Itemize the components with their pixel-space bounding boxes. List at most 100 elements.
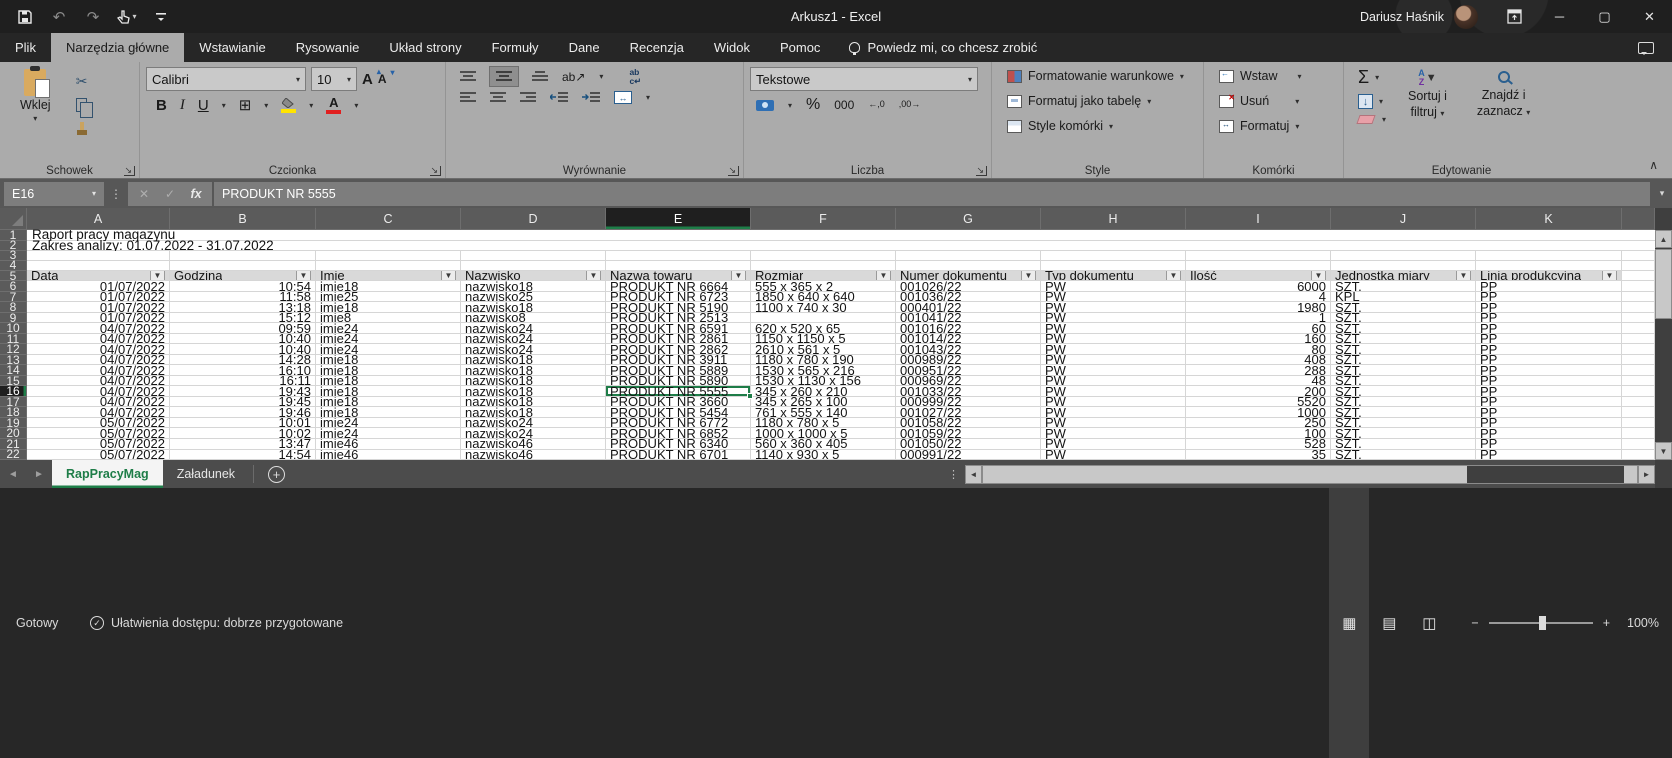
cell-D15[interactable]: nazwisko18 <box>461 376 606 387</box>
paste-button[interactable]: Wklej ▾ <box>12 67 59 140</box>
merge-center-icon[interactable]: ↔ <box>614 91 632 104</box>
accessibility-status[interactable]: ✓ Ułatwienia dostępu: dobrze przygotowan… <box>90 616 343 630</box>
font-size-select[interactable]: 10▾ <box>311 67 357 91</box>
page-break-view-icon[interactable]: ◫ <box>1409 488 1449 758</box>
cell-A5[interactable]: Data▼ <box>27 271 170 282</box>
new-sheet-icon[interactable]: + <box>268 466 285 483</box>
sheet-tab-zaladunek[interactable]: Załadunek <box>163 460 249 488</box>
decrease-indent-icon[interactable] <box>550 91 568 104</box>
cell-I4[interactable] <box>1186 261 1331 271</box>
cell-J8[interactable]: SZT. <box>1331 302 1476 313</box>
cell-K20[interactable]: PP <box>1476 428 1622 439</box>
cell-K17[interactable]: PP <box>1476 397 1622 408</box>
cut-icon[interactable]: ✂ <box>69 70 95 92</box>
cell-F20[interactable]: 1000 x 1000 x 5 <box>751 428 896 439</box>
namebox-splitter[interactable]: ⋮ <box>104 187 128 201</box>
cell-K18[interactable]: PP <box>1476 407 1622 418</box>
tab-review[interactable]: Recenzja <box>615 33 699 62</box>
cell-A6[interactable]: 01/07/2022 <box>27 281 170 292</box>
cell-I6[interactable]: 6000 <box>1186 281 1331 292</box>
cell-J3[interactable] <box>1331 251 1476 261</box>
row-header-22[interactable]: 22 <box>0 450 27 460</box>
cell-K12[interactable]: PP <box>1476 344 1622 355</box>
column-header-E[interactable]: E <box>606 208 751 230</box>
select-all-corner[interactable] <box>0 208 27 230</box>
tab-scroll-splitter[interactable]: ⋮ <box>942 468 965 481</box>
cell-partial-11[interactable] <box>1622 334 1655 345</box>
cell-K16[interactable]: PP <box>1476 386 1622 397</box>
cell-G12[interactable]: 001043/22 <box>896 344 1041 355</box>
cell-K11[interactable]: PP <box>1476 334 1622 345</box>
cell-F6[interactable]: 555 x 365 x 2 <box>751 281 896 292</box>
cell-partial-16[interactable] <box>1622 386 1655 397</box>
cell-C5[interactable]: Imie▼ <box>316 271 461 282</box>
cell-K21[interactable]: PP <box>1476 439 1622 450</box>
increase-font-size-icon[interactable]: A▴ <box>362 71 373 88</box>
cell-partial-20[interactable] <box>1622 428 1655 439</box>
cell-G4[interactable] <box>896 261 1041 271</box>
cell-partial-4[interactable] <box>1622 261 1655 271</box>
cell-E18[interactable]: PRODUKT NR 5454 <box>606 407 751 418</box>
align-left-icon[interactable] <box>460 91 476 104</box>
cell-F8[interactable]: 1100 x 740 x 30 <box>751 302 896 313</box>
cell-I18[interactable]: 1000 <box>1186 407 1331 418</box>
cell-A17[interactable]: 04/07/2022 <box>27 397 170 408</box>
cell-B18[interactable]: 19:46 <box>170 407 316 418</box>
scroll-up-icon[interactable]: ▲ <box>1655 230 1672 248</box>
cell-G15[interactable]: 000969/22 <box>896 376 1041 387</box>
cell-J10[interactable]: SZT. <box>1331 323 1476 334</box>
cell-partial-8[interactable] <box>1622 302 1655 313</box>
tab-draw[interactable]: Rysowanie <box>281 33 375 62</box>
scroll-left-icon[interactable]: ◄ <box>965 465 982 484</box>
tab-data[interactable]: Dane <box>554 33 615 62</box>
zoom-in-icon[interactable]: + <box>1603 616 1610 630</box>
cell-H12[interactable]: PW <box>1041 344 1186 355</box>
cell-C21[interactable]: imie46 <box>316 439 461 450</box>
cell-G9[interactable]: 001041/22 <box>896 313 1041 324</box>
cell-D20[interactable]: nazwisko24 <box>461 428 606 439</box>
collapse-ribbon-icon[interactable]: ∧ <box>1649 158 1658 172</box>
cell-D22[interactable]: nazwisko46 <box>461 450 606 460</box>
font-dialog-launcher[interactable]: ↘ <box>430 166 441 176</box>
cell-C8[interactable]: imie18 <box>316 302 461 313</box>
cell-E11[interactable]: PRODUKT NR 2861 <box>606 334 751 345</box>
cell-I11[interactable]: 160 <box>1186 334 1331 345</box>
cell-F18[interactable]: 761 x 555 x 140 <box>751 407 896 418</box>
cell-B19[interactable]: 10:01 <box>170 418 316 429</box>
save-icon[interactable] <box>10 4 40 30</box>
cell-G6[interactable]: 001026/22 <box>896 281 1041 292</box>
column-header-D[interactable]: D <box>461 208 606 230</box>
cell-A4[interactable] <box>27 261 170 271</box>
cell-C22[interactable]: imie46 <box>316 450 461 460</box>
horizontal-scrollbar[interactable]: ◄ ► <box>965 465 1655 484</box>
cell-G18[interactable]: 001027/22 <box>896 407 1041 418</box>
decrease-font-size-icon[interactable]: A▾ <box>378 72 387 86</box>
cell-H3[interactable] <box>1041 251 1186 261</box>
cell-A13[interactable]: 04/07/2022 <box>27 355 170 366</box>
cell-E14[interactable]: PRODUKT NR 5889 <box>606 365 751 376</box>
cell-I8[interactable]: 1980 <box>1186 302 1331 313</box>
cell-D8[interactable]: nazwisko18 <box>461 302 606 313</box>
cell-C20[interactable]: imie24 <box>316 428 461 439</box>
cell-B8[interactable]: 13:18 <box>170 302 316 313</box>
touch-mode-icon[interactable]: ▾ <box>112 4 142 30</box>
cell-K13[interactable]: PP <box>1476 355 1622 366</box>
percent-style-icon[interactable]: % <box>806 96 820 114</box>
cell-A18[interactable]: 04/07/2022 <box>27 407 170 418</box>
cell-F10[interactable]: 620 x 520 x 65 <box>751 323 896 334</box>
cell-H16[interactable]: PW <box>1041 386 1186 397</box>
vertical-scroll-thumb[interactable] <box>1655 249 1672 319</box>
cell-F14[interactable]: 1530 x 565 x 216 <box>751 365 896 376</box>
cell-B7[interactable]: 11:58 <box>170 292 316 303</box>
cell-K5[interactable]: Linia produkcyjna▼ <box>1476 271 1622 282</box>
cell-D4[interactable] <box>461 261 606 271</box>
wrap-text-icon[interactable]: abc↵ <box>629 68 641 85</box>
cell-A11[interactable]: 04/07/2022 <box>27 334 170 345</box>
cell-I19[interactable]: 250 <box>1186 418 1331 429</box>
font-name-select[interactable]: Calibri▾ <box>146 67 306 91</box>
font-color-icon[interactable]: A <box>326 96 341 114</box>
cell-E19[interactable]: PRODUKT NR 6772 <box>606 418 751 429</box>
cell-I10[interactable]: 60 <box>1186 323 1331 334</box>
cell-A16[interactable]: 04/07/2022 <box>27 386 170 397</box>
cell-H15[interactable]: PW <box>1041 376 1186 387</box>
